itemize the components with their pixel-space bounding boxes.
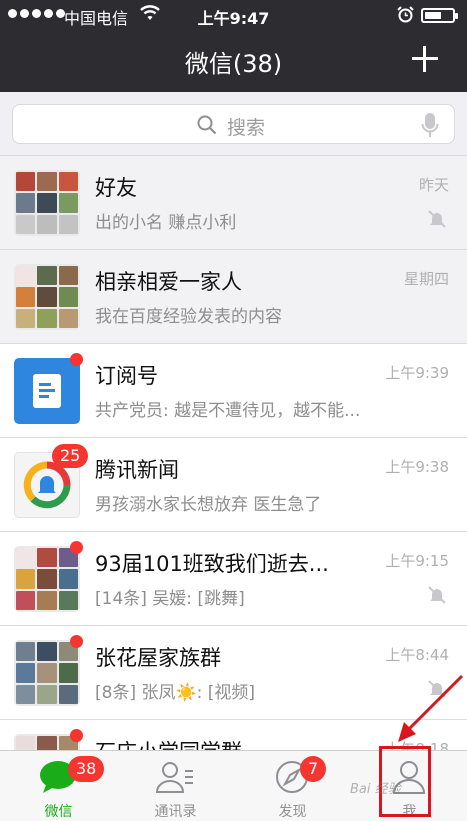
alarm-clock-icon: [397, 6, 414, 23]
unread-dot: [70, 635, 83, 648]
chat-time: 上午9:38: [385, 458, 449, 476]
page-title: 微信(38): [184, 50, 283, 78]
group-avatar: [14, 729, 83, 750]
tencent-news-avatar: 25: [14, 444, 89, 518]
chat-name: 腾讯新闻: [95, 458, 179, 482]
chat-name: 93届101班致我们逝去...: [95, 552, 329, 576]
microphone-icon[interactable]: [421, 112, 439, 138]
group-avatar: [14, 541, 83, 612]
subscriptions-avatar: [14, 353, 83, 424]
tab-label: 通讯录: [154, 804, 197, 820]
chat-preview: [14条] 吴媛: [跳舞]: [95, 589, 245, 609]
chat-row-family[interactable]: 相亲相爱一家人 我在百度经验发表的内容 星期四: [0, 250, 467, 344]
chat-row-class-93[interactable]: 93届101班致我们逝去... [14条] 吴媛: [跳舞] 上午9:15: [0, 532, 467, 626]
tab-chats[interactable]: 38 微信: [0, 751, 117, 821]
chat-preview: 男孩溺水家长想放弃 医生急了: [95, 495, 322, 515]
mute-bell-icon: [428, 586, 446, 604]
chat-preview: 出的小名 赚点小利: [95, 213, 237, 233]
group-avatar: [14, 264, 80, 330]
tab-discover[interactable]: 7 发现: [234, 751, 351, 821]
chat-time: 上午9:15: [385, 552, 449, 570]
unread-count-badge: 25: [52, 444, 89, 468]
mute-bell-icon: [428, 210, 446, 228]
search-input[interactable]: 搜索: [12, 104, 455, 144]
chat-name: 石庄小学同学群: [95, 736, 242, 750]
tab-badge: 38: [68, 756, 105, 782]
group-avatar: [14, 170, 80, 236]
document-icon: [33, 374, 61, 408]
chat-time: 昨天: [418, 176, 449, 194]
tab-label: 发现: [278, 804, 307, 820]
chat-preview: 共产党员: 越是不遭待见，越不能...: [95, 401, 361, 421]
chat-preview: [8条] 张凤☀️: [视频]: [95, 683, 256, 703]
unread-dot: [70, 353, 83, 366]
top-bar: 中国电信 上午9:47 微信(38): [0, 0, 467, 92]
search-placeholder: 搜索: [227, 117, 266, 139]
tencent-news-logo-icon: [23, 461, 71, 509]
chat-row-friends[interactable]: 好友 出的小名 赚点小利 昨天: [0, 156, 467, 250]
chat-list[interactable]: 好友 出的小名 赚点小利 昨天 相亲相爱一家人 我在百度经验发表的内容 星期四: [0, 156, 467, 750]
chat-name: 相亲相爱一家人: [95, 270, 242, 294]
search-bar-container: 搜索: [0, 92, 467, 156]
chat-row-subscriptions[interactable]: 订阅号 共产党员: 越是不遭待见，越不能... 上午9:39: [0, 344, 467, 438]
chat-name: 订阅号: [95, 364, 158, 388]
chat-name: 张花屋家族群: [95, 646, 221, 670]
unread-dot: [70, 729, 83, 742]
tab-contacts[interactable]: 通讯录: [117, 751, 234, 821]
contacts-icon: [155, 762, 193, 793]
chat-row-tencent-news[interactable]: 25 腾讯新闻 男孩溺水家长想放弃 医生急了 上午9:38: [0, 438, 467, 532]
chat-name: 好友: [95, 176, 137, 200]
chat-time: 上午8:44: [385, 646, 449, 664]
chat-time: 星期四: [403, 270, 449, 288]
group-avatar: [14, 635, 83, 706]
unread-dot: [70, 541, 83, 554]
status-bar: 中国电信 上午9:47: [0, 0, 467, 30]
tab-badge: 7: [300, 756, 327, 782]
chat-preview: 我在百度经验发表的内容: [95, 307, 282, 327]
watermark: Bai 经验: [350, 782, 401, 797]
pointer-arrow-icon: [398, 674, 464, 742]
tab-label: 微信: [44, 804, 73, 820]
chat-time: 上午9:39: [385, 364, 449, 382]
add-plus-button[interactable]: [410, 44, 440, 74]
search-icon: [197, 115, 217, 135]
battery-icon: [421, 8, 458, 23]
